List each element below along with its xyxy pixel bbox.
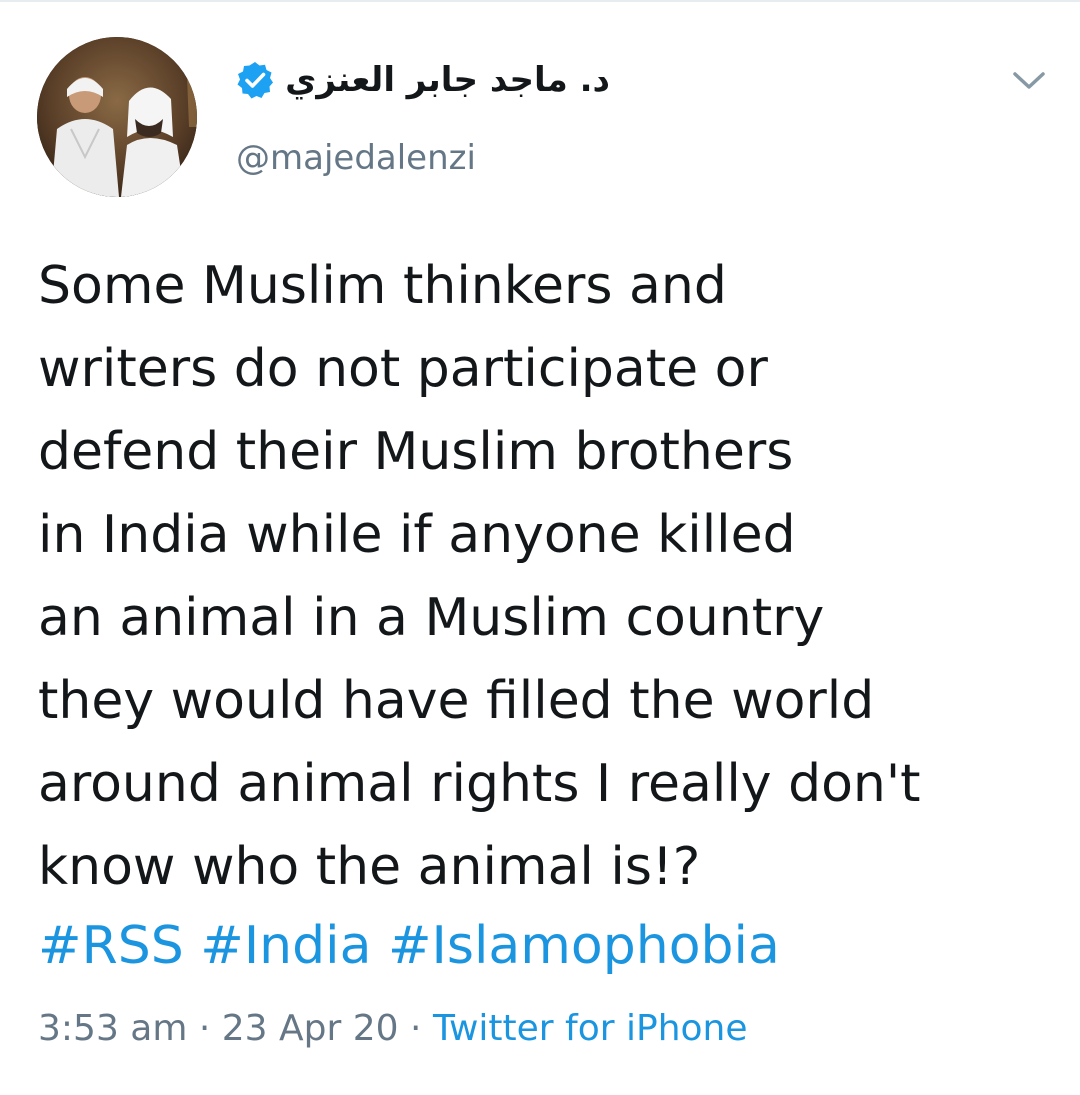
tweet-text-line: writers do not participate or	[38, 339, 768, 399]
avatar[interactable]	[37, 37, 197, 197]
tweet-source-link[interactable]: Twitter for iPhone	[433, 1008, 748, 1049]
tweet-card: د. ماجد جابر العنزي @majedalenzi Some Mu…	[0, 0, 1080, 1095]
tweet-text-line: in India while if anyone killed	[38, 505, 796, 565]
tweet-metadata: 3:53 am · 23 Apr 20 · Twitter for iPhone	[38, 1008, 748, 1049]
tweet-text-line: they would have filled the world	[38, 671, 875, 731]
display-name[interactable]: د. ماجد جابر العنزي	[285, 60, 610, 100]
meta-separator: ·	[410, 1008, 422, 1049]
hashtag-list: #RSS #India #Islamophobia	[38, 905, 780, 988]
user-name-row[interactable]: د. ماجد جابر العنزي	[235, 60, 610, 100]
tweet-text: Some Muslim thinkers and writers do not …	[38, 245, 1048, 909]
user-handle[interactable]: @majedalenzi	[236, 138, 476, 178]
tweet-text-line: Some Muslim thinkers and	[38, 256, 727, 316]
tweet-text-line: around animal rights I really don't	[38, 754, 921, 814]
hashtag-link-islamophobia[interactable]: #Islamophobia	[388, 916, 780, 976]
tweet-text-line: defend their Muslim brothers	[38, 422, 794, 482]
tweet-text-line: know who the animal is!?	[38, 837, 701, 897]
tweet-text-line: an animal in a Muslim country	[38, 588, 825, 648]
tweet-date[interactable]: 23 Apr 20	[222, 1008, 399, 1049]
chevron-down-icon[interactable]	[1007, 62, 1051, 100]
tweet-time[interactable]: 3:53 am	[38, 1008, 187, 1049]
verified-badge-icon	[237, 62, 274, 99]
meta-separator: ·	[198, 1008, 211, 1049]
avatar-image	[37, 37, 197, 197]
hashtag-link-rss[interactable]: #RSS	[38, 916, 184, 976]
hashtag-link-india[interactable]: #India	[200, 916, 371, 976]
